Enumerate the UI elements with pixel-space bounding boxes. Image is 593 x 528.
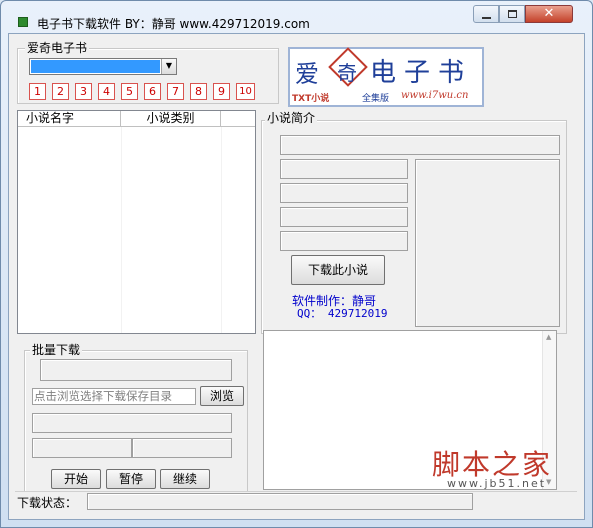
maximize-icon bbox=[508, 10, 517, 18]
page-button-10[interactable]: 10 bbox=[236, 83, 255, 100]
logo-char-4: 子 bbox=[404, 58, 431, 88]
logo-char-1: 爱 bbox=[295, 60, 319, 88]
list-column-line-2 bbox=[221, 127, 222, 333]
credit-qq: QQ： 429712019 bbox=[297, 307, 388, 320]
close-button[interactable]: ✕ bbox=[525, 5, 573, 23]
novel-title-field bbox=[280, 135, 560, 155]
novel-list[interactable]: 小说名字 小说类别 bbox=[17, 110, 256, 334]
logo-char-2: 奇 bbox=[337, 61, 357, 85]
download-novel-button[interactable]: 下载此小说 bbox=[291, 255, 385, 285]
batch-status-left bbox=[32, 438, 132, 458]
scroll-up-icon[interactable]: ▲ bbox=[546, 333, 551, 341]
novel-info-field-1 bbox=[280, 159, 408, 179]
status-label: 下载状态： bbox=[17, 496, 78, 510]
intro-group-legend: 小说简介 bbox=[265, 111, 318, 125]
browse-button[interactable]: 浏览 bbox=[200, 386, 244, 406]
save-path-input[interactable]: 点击浏览选择下载保存目录 bbox=[32, 388, 196, 405]
logo-char-3: 电 bbox=[370, 58, 397, 88]
batch-progress-field bbox=[32, 413, 232, 433]
list-column-line bbox=[121, 127, 122, 333]
continue-button[interactable]: 继续 bbox=[160, 469, 210, 489]
novel-cover-frame bbox=[415, 159, 560, 327]
window-title: 电子书下载软件 BY：静哥 www.429712019.com bbox=[37, 17, 310, 31]
pause-button[interactable]: 暂停 bbox=[106, 469, 156, 489]
status-bar: 下载状态： bbox=[15, 491, 577, 510]
source-select[interactable]: ▼ bbox=[29, 58, 177, 75]
batch-info-field bbox=[40, 359, 232, 381]
page-button-1[interactable]: 1 bbox=[29, 83, 46, 100]
page-button-7[interactable]: 7 bbox=[167, 83, 184, 100]
col-header-name[interactable]: 小说名字 bbox=[18, 111, 121, 127]
source-select-value bbox=[31, 60, 160, 73]
logo: 爱 奇 电 子 书 TXT小说 全集版 www.i7wu.cn bbox=[288, 47, 484, 107]
page-button-8[interactable]: 8 bbox=[190, 83, 207, 100]
watermark-url: www.jb51.net bbox=[447, 477, 547, 490]
close-icon: ✕ bbox=[543, 6, 555, 21]
logo-subtitle-left: TXT小说 bbox=[292, 94, 330, 104]
logo-subtitle-mid: 全集版 bbox=[362, 94, 390, 104]
page-button-9[interactable]: 9 bbox=[213, 83, 230, 100]
chevron-down-icon: ▼ bbox=[165, 61, 173, 70]
page-button-6[interactable]: 6 bbox=[144, 83, 161, 100]
app-icon bbox=[18, 17, 28, 27]
source-group-legend: 爱奇电子书 bbox=[25, 41, 90, 55]
batch-group-legend: 批量下载 bbox=[30, 343, 83, 357]
page-button-2[interactable]: 2 bbox=[52, 83, 69, 100]
novel-info-field-4 bbox=[280, 231, 408, 251]
maximize-button[interactable] bbox=[499, 5, 525, 23]
col-header-type[interactable]: 小说类别 bbox=[121, 111, 221, 127]
col-header-filler bbox=[221, 111, 255, 127]
logo-char-5: 书 bbox=[438, 58, 465, 88]
page-button-3[interactable]: 3 bbox=[75, 83, 92, 100]
batch-status-right bbox=[132, 438, 232, 458]
novel-info-field-2 bbox=[280, 183, 408, 203]
logo-url: www.i7wu.cn bbox=[401, 90, 469, 101]
page-button-5[interactable]: 5 bbox=[121, 83, 138, 100]
minimize-icon bbox=[482, 17, 491, 19]
minimize-button[interactable] bbox=[473, 5, 499, 23]
status-value-field bbox=[87, 493, 473, 510]
page-button-4[interactable]: 4 bbox=[98, 83, 115, 100]
dropdown-button[interactable]: ▼ bbox=[161, 59, 176, 74]
start-button[interactable]: 开始 bbox=[51, 469, 101, 489]
novel-info-field-3 bbox=[280, 207, 408, 227]
